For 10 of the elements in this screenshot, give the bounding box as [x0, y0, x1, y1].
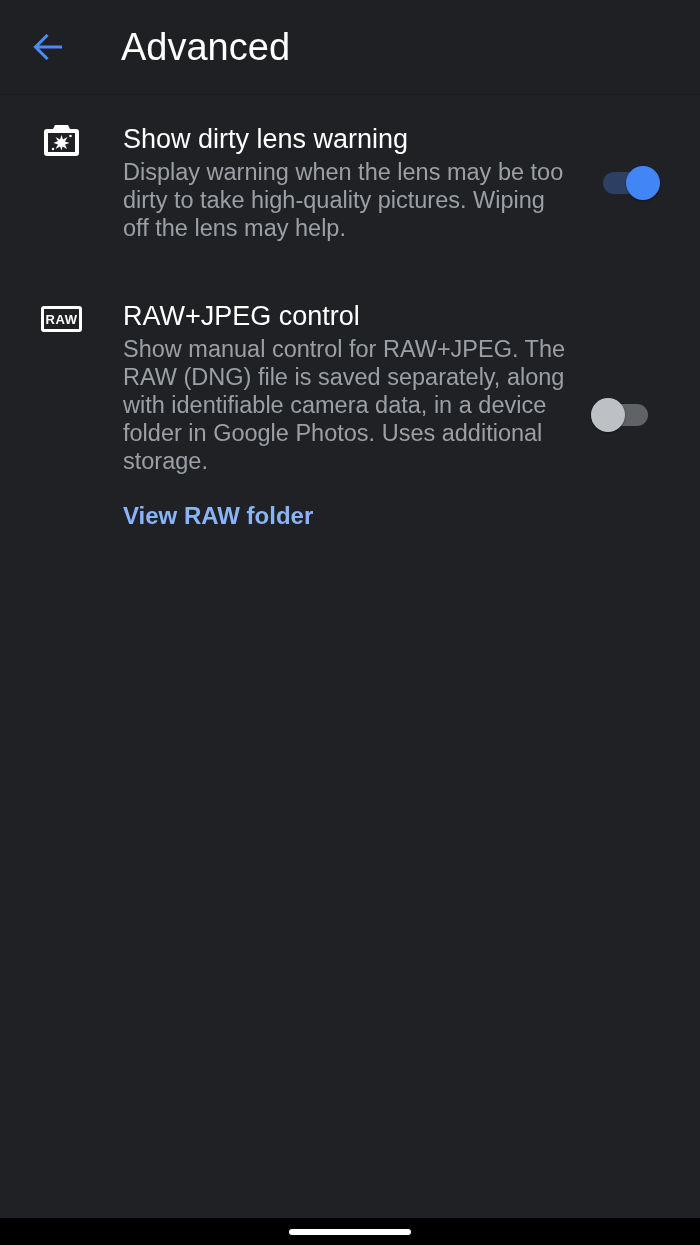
home-handle[interactable] [289, 1228, 411, 1235]
setting-description: Display warning when the lens may be too dirty to take high-quality pictures. Wiping off the lens may help. [123, 158, 565, 242]
camera-splat-icon [44, 125, 79, 156]
setting-description: Show manual control for RAW+JPEG. The RAW (DNG) file is saved separately, along with identifiable camera data, in a device folder in Google Photos. Uses additional storage. [123, 335, 567, 475]
setting-title: RAW+JPEG control [123, 300, 361, 332]
page-title: Advanced [121, 25, 290, 69]
setting-title: Show dirty lens warning [123, 123, 410, 155]
view-folder-link[interactable]: View RAW folder [123, 502, 314, 530]
raw-icon: RAW [41, 306, 82, 332]
back-arrow-icon [32, 34, 62, 60]
